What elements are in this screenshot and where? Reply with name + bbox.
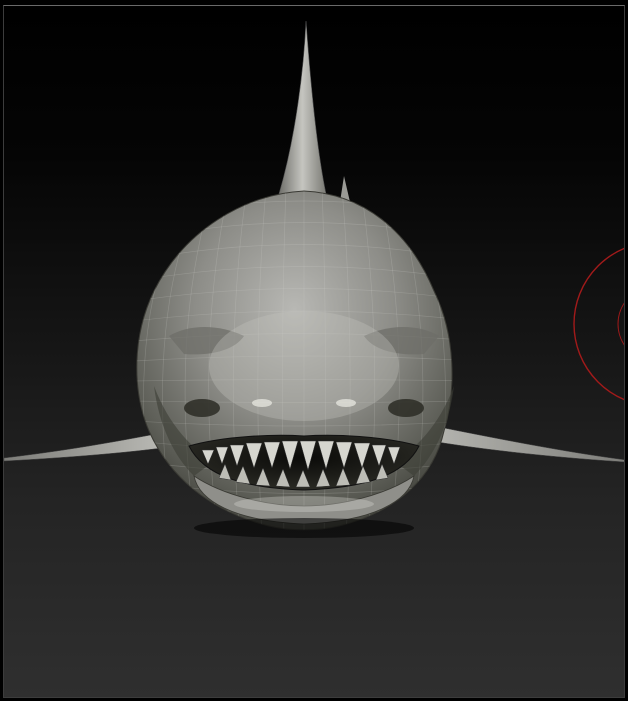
shark-shadow: [194, 518, 414, 538]
shark-model: [4, 20, 624, 538]
dorsal-fin: [278, 20, 327, 195]
snout-highlight: [209, 311, 399, 421]
left-eye: [184, 399, 220, 417]
right-eye: [388, 399, 424, 417]
3d-viewport[interactable]: [3, 5, 625, 698]
brush-cursor-icon: [573, 247, 624, 401]
right-pectoral-fin: [418, 423, 624, 463]
sculpting-app: [0, 0, 628, 701]
left-pectoral-fin: [4, 433, 163, 462]
